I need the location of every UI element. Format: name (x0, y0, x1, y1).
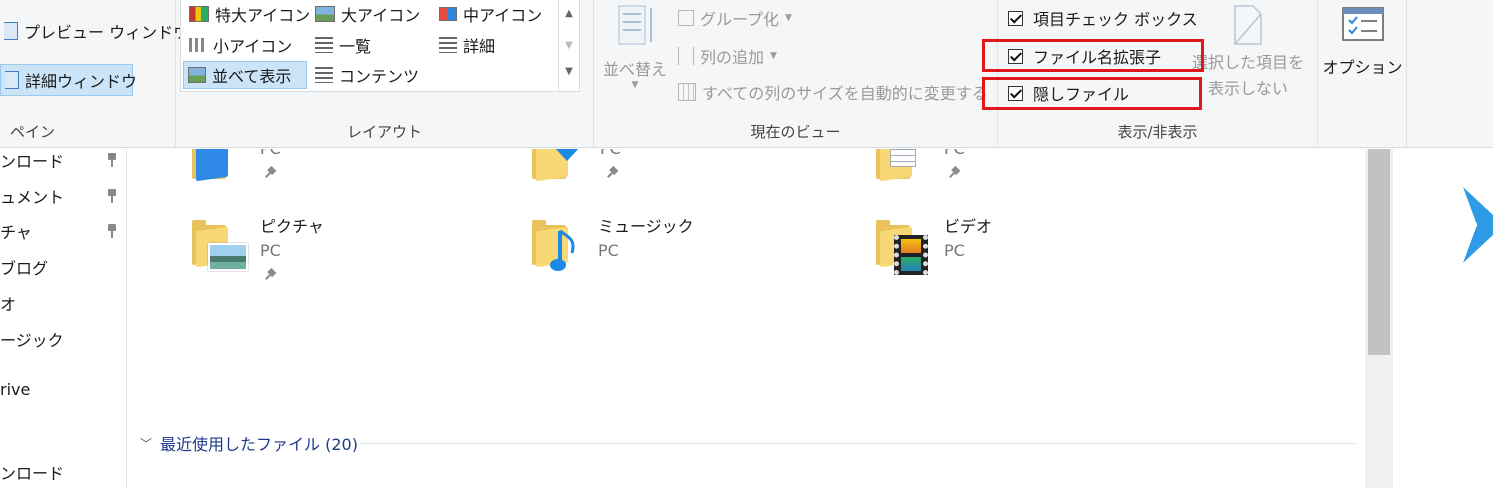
show-hide-group: 項目チェック ボックス ファイル名拡張子 隠しファイル 選択した項目を 表示しな… (998, 0, 1318, 148)
scroll-down-icon[interactable]: ▼ (559, 40, 579, 51)
folder-videos[interactable] (876, 219, 928, 275)
options-button[interactable]: オプション (1318, 6, 1407, 78)
navigation-pane: ンロード ュメント チャ ブログ オ ージック rive ンロード (0, 149, 127, 488)
group-by-icon (678, 10, 694, 26)
sort-by-button[interactable]: 並べ替え ▼ (602, 4, 668, 94)
layout-gallery-scroll[interactable]: ▲ ▼ ▼ (558, 0, 580, 92)
preview-pane-button[interactable]: プレビュー ウィンドウ (0, 17, 193, 45)
folder-pictures-location: PC (260, 241, 281, 260)
preview-panel (1393, 149, 1493, 488)
arrow-shortcut-icon (1453, 187, 1493, 263)
folder-pictures[interactable] (192, 219, 248, 271)
pane-group: プレビュー ウィンドウ 詳細ウィンドウ ペイン (0, 0, 189, 148)
nav-item-downloads-2[interactable]: ンロード (0, 459, 126, 485)
preview-pane-icon (4, 22, 18, 40)
ribbon: プレビュー ウィンドウ 詳細ウィンドウ ペイン レイアウト 特大アイコン 大アイ… (0, 0, 1493, 148)
current-view-group: 並べ替え ▼ グループ化 ▼ 列の追加 ▼ すべての列のサイズを自動的に変更する… (594, 0, 998, 148)
scroll-up-icon[interactable]: ▲ (559, 8, 579, 19)
sort-icon (618, 5, 652, 45)
folder-music-location: PC (598, 241, 619, 260)
scrollbar-thumb[interactable] (1368, 149, 1390, 355)
music-note-icon (550, 229, 575, 271)
extra-large-icons-icon (189, 6, 209, 22)
gallery-more-icon[interactable]: ▼ (559, 66, 579, 77)
list-view-icon (315, 37, 333, 53)
file-extensions-highlight (982, 39, 1204, 72)
nav-item-documents[interactable]: ュメント (0, 183, 126, 209)
group-by-button[interactable]: グループ化 ▼ (674, 4, 796, 32)
add-columns-dropdown-icon: ▼ (770, 51, 777, 61)
options-icon (1341, 7, 1384, 41)
content-view-icon (315, 67, 333, 83)
film-strip-icon (894, 235, 928, 275)
pin-icon (107, 189, 117, 203)
vertical-scrollbar[interactable] (1365, 149, 1393, 488)
group-by-dropdown-icon: ▼ (785, 13, 792, 23)
layout-gallery: 特大アイコン 大アイコン 中アイコン 小アイコン 一覧 詳細 並べて表示 コンテ… (180, 0, 560, 92)
pin-icon (604, 165, 621, 182)
content-area: PC PC PC ピクチャ PC ミュージック PC (128, 149, 1365, 488)
nav-item-onedrive[interactable]: rive (0, 376, 126, 402)
hide-selected-button[interactable]: 選択した項目を 表示しない (1190, 4, 1306, 102)
small-icons-icon (189, 38, 207, 52)
section-divider (360, 443, 1355, 444)
pin-icon (262, 267, 279, 284)
layout-group-label: レイアウト (346, 123, 422, 141)
folder-desktop-location: PC (260, 149, 281, 158)
folder-downloads-location: PC (600, 149, 621, 158)
medium-icons-icon (439, 7, 457, 21)
pane-group-label: ペイン (10, 123, 56, 141)
document-sheet-icon (890, 149, 916, 167)
current-view-group-label: 現在のビュー (750, 123, 841, 141)
large-icons-icon (315, 6, 335, 22)
layout-list[interactable]: 一覧 (311, 31, 375, 59)
item-checkboxes-checkbox[interactable] (1008, 10, 1023, 26)
nav-item-pictures[interactable]: チャ (0, 218, 126, 244)
folder-music[interactable] (532, 219, 582, 271)
chevron-down-icon: ﹀ (140, 436, 153, 451)
sort-dropdown-arrow: ▼ (631, 80, 639, 90)
folder-documents[interactable] (876, 149, 926, 182)
nav-item-blog[interactable]: ブログ (0, 254, 126, 280)
nav-item-downloads[interactable]: ンロード (0, 149, 126, 173)
layout-content[interactable]: コンテンツ (311, 61, 423, 89)
layout-extra-large-icons[interactable]: 特大アイコン (185, 0, 314, 28)
pin-icon (262, 165, 279, 182)
item-checkboxes-toggle[interactable]: 項目チェック ボックス (1004, 4, 1202, 32)
landscape-picture-icon (208, 243, 248, 271)
add-columns-icon (678, 47, 694, 65)
add-columns-button[interactable]: 列の追加 ▼ (674, 42, 781, 70)
layout-medium-icons[interactable]: 中アイコン (435, 0, 546, 28)
details-pane-button[interactable]: 詳細ウィンドウ (0, 64, 137, 96)
recent-files-header[interactable]: ﹀ 最近使用したファイル (20) (140, 431, 358, 455)
hide-selected-icon (1234, 5, 1262, 45)
layout-small-icons[interactable]: 小アイコン (185, 31, 296, 59)
download-arrow-icon (555, 149, 579, 161)
folder-downloads[interactable] (532, 149, 582, 182)
folder-videos-location: PC (944, 241, 965, 260)
folder-pictures-name: ピクチャ (260, 217, 324, 236)
details-pane-icon (5, 71, 19, 89)
size-columns-icon (678, 83, 696, 101)
folder-videos-name: ビデオ (944, 217, 993, 236)
pin-icon (107, 153, 117, 167)
show-hide-group-label: 表示/非表示 (1117, 123, 1198, 141)
pin-icon (946, 165, 963, 182)
options-group: オプション (1318, 0, 1407, 148)
folder-desktop[interactable] (192, 149, 242, 182)
layout-details[interactable]: 詳細 (435, 31, 499, 59)
hidden-items-highlight (982, 77, 1202, 110)
folder-music-name: ミュージック (598, 217, 694, 236)
nav-item-music[interactable]: ージック (0, 326, 126, 352)
details-view-icon (439, 37, 457, 53)
folder-documents-location: PC (944, 149, 965, 158)
size-all-columns-button[interactable]: すべての列のサイズを自動的に変更する (674, 78, 992, 106)
layout-large-icons[interactable]: 大アイコン (311, 0, 424, 28)
nav-item-video[interactable]: オ (0, 290, 126, 316)
pin-icon (107, 224, 117, 238)
tiles-view-icon (188, 67, 206, 83)
layout-tiles[interactable]: 並べて表示 (183, 61, 307, 89)
